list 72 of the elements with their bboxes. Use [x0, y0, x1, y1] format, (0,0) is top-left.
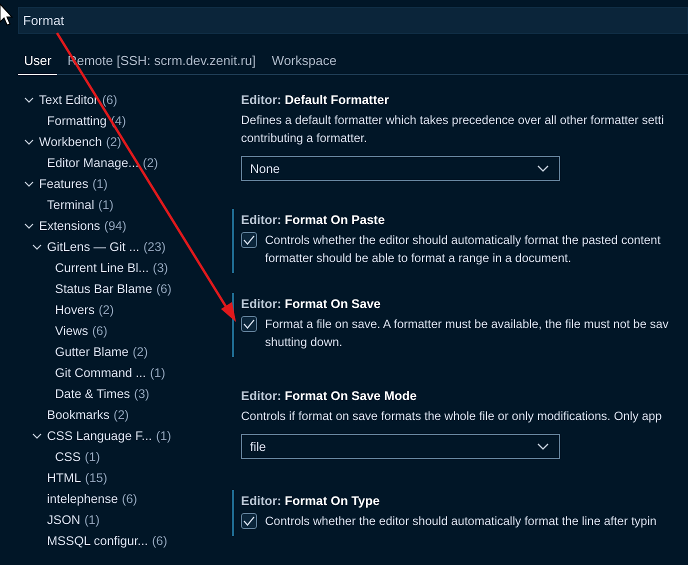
tree-item-count: (94) — [104, 218, 126, 232]
tree-item-label[interactable]: Bookmarks — [47, 408, 110, 422]
checkbox[interactable] — [241, 316, 257, 332]
tree-item-count: (1) — [98, 198, 114, 212]
chevron-icon[interactable] — [24, 94, 34, 104]
tree-item-label[interactable]: Workbench — [39, 134, 102, 148]
setting-title: Editor: Format On Type — [241, 494, 381, 508]
tree-item-label[interactable]: Terminal — [47, 198, 94, 212]
setting-description: formatter should be able to format a range in a document. — [265, 250, 572, 267]
tree-item-count: (1) — [84, 450, 100, 464]
setting-description: Defines a default formatter which takes precedence over all other formatter setti — [241, 112, 665, 129]
tree-item-count: (2) — [106, 134, 122, 148]
tree-item-count: (3) — [152, 260, 168, 274]
setting-title: Editor: Default Formatter — [241, 93, 390, 107]
tree-item-count: (15) — [85, 470, 108, 484]
dropdown[interactable]: file — [241, 434, 560, 459]
tree-item-count: (6) — [92, 324, 108, 338]
setting-description: Format a file on save. A formatter must be available, the file must not be sav — [265, 316, 669, 333]
dropdown[interactable]: None — [241, 156, 560, 181]
tree-item-label[interactable]: Views — [55, 324, 88, 338]
tree-item-label[interactable]: CSS Language F... — [47, 428, 152, 442]
tree-item-count: (3) — [134, 386, 150, 400]
chevron-icon[interactable] — [24, 220, 34, 230]
chevron-icon[interactable] — [24, 178, 34, 188]
checkbox[interactable] — [241, 232, 257, 248]
tree-item-count: (1) — [150, 366, 166, 380]
tree-item-label[interactable]: Git Command ... — [55, 366, 146, 380]
tree-item-count: (2) — [132, 344, 148, 358]
tree-item-label[interactable]: Formatting — [47, 114, 107, 128]
tree-item-label[interactable]: Date & Times — [55, 386, 130, 400]
tree-item-label[interactable]: Status Bar Blame — [55, 282, 152, 296]
tree-item-label[interactable]: Extensions — [39, 218, 100, 232]
tree-item-label[interactable]: intelephense — [47, 492, 118, 506]
chevron-down-icon — [537, 164, 549, 172]
tree-item-label[interactable]: GitLens — Git ... — [47, 240, 140, 254]
checkbox[interactable] — [241, 513, 257, 529]
tree-item-label[interactable]: JSON — [47, 512, 80, 526]
tree-item-label[interactable]: Hovers — [55, 302, 95, 316]
tree-item-count: (2) — [98, 302, 114, 316]
chevron-down-icon — [537, 442, 549, 450]
settings-tab[interactable]: Workspace — [266, 50, 343, 75]
settings-tab[interactable]: User — [18, 50, 58, 75]
tree-item-label[interactable]: CSS — [55, 450, 81, 464]
tree-item-label[interactable]: MSSQL configur... — [47, 534, 148, 548]
mouse-cursor-icon — [0, 2, 14, 26]
tree-item-label[interactable]: Text Editor — [39, 92, 98, 106]
tree-item-count: (1) — [92, 176, 108, 190]
chevron-icon[interactable] — [24, 136, 34, 146]
search-field[interactable]: Format — [18, 7, 688, 34]
tree-item-label[interactable]: Features — [39, 176, 88, 190]
setting-title: Editor: Format On Save Mode — [241, 389, 418, 403]
tree-item-count: (6) — [152, 534, 168, 548]
tree-item-count: (2) — [142, 156, 158, 170]
setting-title: Editor: Format On Paste — [241, 213, 386, 227]
setting-description: contributing a formatter. — [241, 130, 368, 147]
tree-item-count: (6) — [122, 492, 138, 506]
tree-item-label[interactable]: Current Line Bl... — [55, 260, 149, 274]
setting-description: Controls if format on save formats the whole file or only modifications. Only app — [241, 408, 663, 425]
setting-description: shutting down. — [265, 334, 344, 351]
tree-item-count: (6) — [156, 282, 172, 296]
tree-item-count: (6) — [102, 92, 118, 106]
setting-title: Editor: Format On Save — [241, 297, 382, 311]
tree-item-count: (1) — [156, 428, 172, 442]
setting-description: Controls whether the editor should automatically format the pasted content — [265, 232, 661, 249]
chevron-icon[interactable] — [32, 430, 42, 440]
chevron-icon[interactable] — [32, 242, 42, 252]
setting-description: Controls whether the editor should automatically format the line after typin — [265, 513, 657, 530]
tree-item-label[interactable]: Gutter Blame — [55, 344, 129, 358]
tree-item-count: (23) — [143, 240, 166, 254]
tree-item-count: (1) — [84, 512, 100, 526]
tree-item-label[interactable]: HTML — [47, 470, 82, 484]
tree-item-count: (2) — [114, 408, 129, 422]
